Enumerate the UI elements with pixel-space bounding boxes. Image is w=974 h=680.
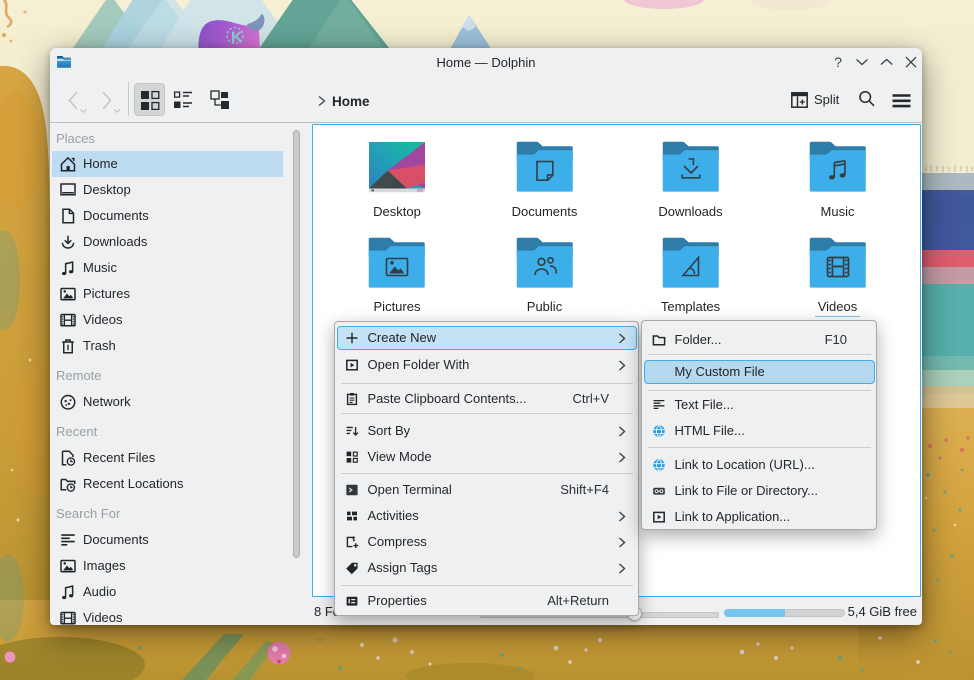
svg-text:?: ? — [834, 54, 842, 70]
